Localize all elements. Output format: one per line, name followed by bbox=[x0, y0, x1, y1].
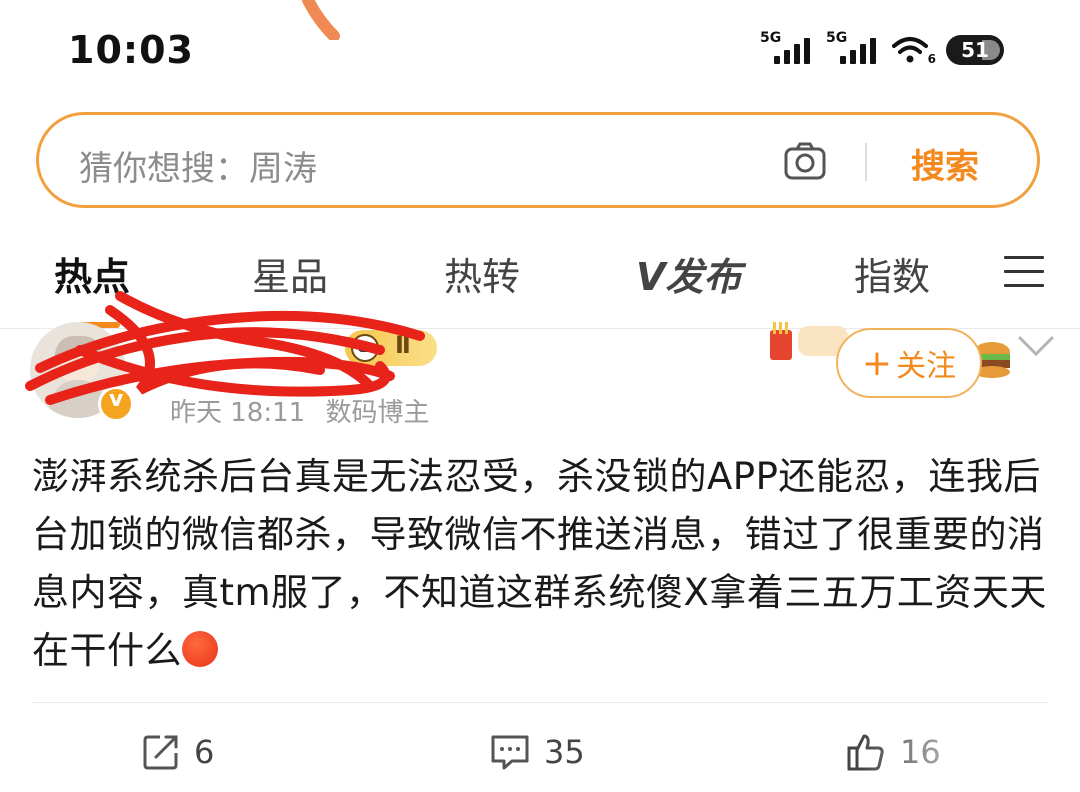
status-bar: 10:03 5G 5G 6 51 bbox=[0, 0, 1080, 100]
repost-button[interactable]: 6 bbox=[142, 730, 214, 774]
menu-icon[interactable] bbox=[1004, 256, 1044, 290]
follow-button[interactable]: + 关注 bbox=[836, 328, 982, 398]
tab-index[interactable]: 指数 bbox=[854, 246, 930, 301]
tab-v-publish[interactable]: V发布 bbox=[636, 246, 741, 301]
status-icons: 5G 5G 6 51 bbox=[760, 30, 1004, 70]
author-tag: 数码博主 bbox=[325, 398, 430, 428]
battery-level: 51 bbox=[961, 38, 989, 62]
battery-icon: 51 bbox=[946, 35, 1004, 65]
tab-star-products[interactable]: 星品 bbox=[252, 246, 328, 301]
tab-hot-repost[interactable]: 热转 bbox=[444, 246, 520, 301]
search-button[interactable]: 搜索 bbox=[911, 139, 979, 188]
clock: 10:03 bbox=[68, 28, 194, 72]
comment-button[interactable]: 35 bbox=[490, 730, 585, 774]
camera-icon[interactable] bbox=[784, 142, 826, 180]
signal-1-label: 5G bbox=[760, 30, 782, 46]
edge-fade bbox=[860, 730, 1080, 792]
follow-label: 关注 bbox=[896, 349, 957, 384]
search-divider bbox=[865, 143, 867, 181]
tab-hot[interactable]: 热点 bbox=[54, 246, 130, 301]
follow-plus: + bbox=[861, 342, 893, 384]
comment-count: 35 bbox=[544, 733, 585, 771]
search-bar[interactable]: 猜你想搜：周涛 搜索 bbox=[36, 112, 1040, 208]
signal-2-label: 5G bbox=[826, 30, 848, 46]
orange-stroke-decoration bbox=[302, 0, 340, 40]
wifi-icon: 6 bbox=[892, 32, 936, 68]
wifi-6-label: 6 bbox=[927, 52, 936, 66]
chevron-down-icon[interactable] bbox=[1016, 334, 1056, 358]
tab-bar: 热点 星品 热转 V发布 指数 bbox=[0, 236, 1080, 316]
post-text: 澎湃系统杀后台真是无法忍受，杀没锁的APP还能忍，连我后台加锁的微信都杀，导致微… bbox=[32, 448, 1050, 680]
post-divider bbox=[32, 702, 1048, 703]
level-badge: Ⅱ bbox=[345, 330, 437, 366]
post-meta: 昨天 18:11 数码博主 bbox=[170, 392, 441, 429]
repost-icon bbox=[143, 735, 178, 770]
comment-icon bbox=[491, 735, 529, 770]
level-badge-text: Ⅱ bbox=[395, 331, 411, 359]
angry-face-icon bbox=[182, 631, 218, 667]
signal-icon: 5G bbox=[760, 30, 816, 68]
repost-count: 6 bbox=[194, 733, 215, 771]
signal-icon: 5G bbox=[826, 30, 882, 68]
search-input[interactable]: 猜你想搜：周涛 bbox=[79, 141, 317, 190]
post-time: 昨天 18:11 bbox=[170, 398, 306, 428]
verified-badge-icon bbox=[98, 386, 134, 422]
astronaut-icon bbox=[351, 334, 379, 362]
